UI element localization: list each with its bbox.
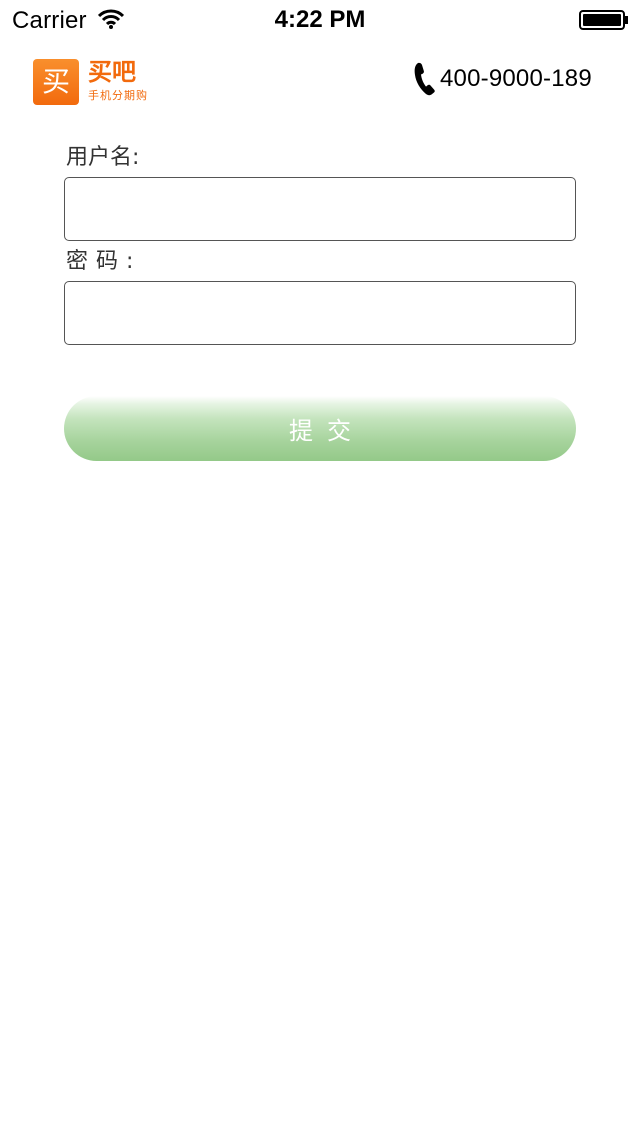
- submit-button[interactable]: 提交: [64, 396, 576, 461]
- login-screen: Carrier 4:22 PM 买 买吧 手机分期购 400-9000-189 …: [0, 0, 640, 1136]
- logo-subtitle: 手机分期购: [88, 89, 148, 102]
- username-label: 用户名:: [66, 145, 140, 170]
- brand-logo: 买 买吧 手机分期购: [33, 58, 163, 107]
- password-input[interactable]: [64, 281, 576, 345]
- username-input[interactable]: [64, 177, 576, 241]
- phone-number[interactable]: 400-9000-189: [440, 66, 592, 92]
- phone-icon: [414, 62, 435, 96]
- battery-icon: [579, 10, 628, 30]
- status-bar: Carrier 4:22 PM: [0, 0, 640, 40]
- logo-badge-char: 买: [41, 65, 70, 98]
- app-header: 买 买吧 手机分期购 400-9000-189: [0, 40, 640, 120]
- logo-badge: 买: [33, 59, 79, 105]
- status-time: 4:22 PM: [274, 6, 366, 33]
- password-label: 密码:: [66, 249, 142, 274]
- logo-title: 买吧: [88, 58, 136, 86]
